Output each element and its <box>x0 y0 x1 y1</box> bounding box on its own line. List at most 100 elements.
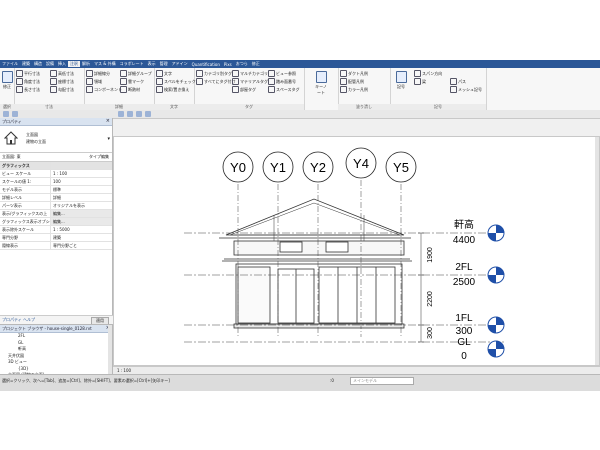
property-row[interactable]: グラフィックス表示オプション編集... <box>0 218 112 226</box>
close-icon[interactable]: × <box>106 118 110 125</box>
mesh-symbol-button[interactable]: メッシュ記号 <box>450 86 482 93</box>
level-head-gl[interactable]: GL 0 <box>457 337 505 362</box>
tag-by-category-button[interactable]: カテゴリ別タグ <box>196 70 232 77</box>
ribbon-tab[interactable]: 構造 <box>32 61 44 67</box>
spellcheck-button[interactable]: スペルをチェック <box>156 78 196 85</box>
color-legend-icon <box>340 86 347 93</box>
span-direction-button[interactable]: スパン方向 <box>414 70 442 77</box>
canvas-scrollbar[interactable] <box>595 137 599 365</box>
measure-icon[interactable] <box>118 111 124 117</box>
spot-elevation-button[interactable]: 高低寸法 <box>50 70 74 77</box>
linear-dimension-button[interactable]: 長さ寸法 <box>16 86 40 93</box>
align-icon[interactable] <box>127 111 133 117</box>
instance-filter[interactable]: 立面図: 東 タイプ編集 <box>0 153 112 162</box>
ribbon-tab[interactable]: アドイン <box>170 61 190 67</box>
property-value[interactable]: 標準 <box>51 186 112 193</box>
multi-category-tag-button[interactable]: マルチカテゴリ <box>232 70 268 77</box>
angle-icon <box>16 78 23 85</box>
view-reference-button[interactable]: ビュー参照 <box>268 70 296 77</box>
chevron-down-icon[interactable]: ▾ <box>107 136 110 142</box>
property-value[interactable]: 建築 <box>51 234 112 241</box>
component-button[interactable]: コンポーネント <box>86 86 122 93</box>
property-value[interactable] <box>51 162 112 169</box>
ribbon-tab[interactable]: マス & 外構 <box>92 61 118 67</box>
spot-coordinate-button[interactable]: 座標寸法 <box>50 78 74 85</box>
path-button[interactable]: パス <box>450 78 466 85</box>
thin-lines-icon[interactable] <box>136 111 142 117</box>
ribbon-tab[interactable]: 修正 <box>250 61 262 67</box>
detail-line-button[interactable]: 詳細線分 <box>86 70 110 77</box>
edit-type-button[interactable]: タイプ編集 <box>89 153 109 161</box>
dimension-icon <box>16 70 23 77</box>
keynote-button[interactable]: キーノート <box>314 70 328 96</box>
workset-combo[interactable]: メインモデル <box>350 377 414 385</box>
aligned-dimension-button[interactable]: 平行寸法 <box>16 70 40 77</box>
detail-group-button[interactable]: 詳細グループ <box>120 70 152 77</box>
type-selector[interactable]: 立面図 建物の立面 ▾ <box>0 126 112 153</box>
ribbon-tab[interactable]: Pixs <box>222 62 234 67</box>
ribbon-tab[interactable]: おつら <box>234 61 250 67</box>
space-tag-button[interactable]: スペースタグ <box>268 86 300 93</box>
ribbon-tab[interactable]: 解析 <box>80 61 92 67</box>
elevation-view-canvas[interactable]: 1900 2200 300 Y0 Y1 Y2 Y4 Y5 軒高 4400 2FL… <box>113 136 600 366</box>
modify-icon[interactable] <box>3 111 9 117</box>
property-row[interactable]: パーツ表示 オリジナルを表示 <box>0 202 112 210</box>
property-row[interactable]: 隠線表示 専門分野ごと <box>0 242 112 250</box>
room-tag-button[interactable]: 部屋タグ <box>232 86 256 93</box>
spot-slope-button[interactable]: 勾配寸法 <box>50 86 74 93</box>
property-value[interactable]: 編集... <box>51 210 112 217</box>
grid-bubble-y2[interactable]: Y2 <box>302 151 334 183</box>
ribbon-tab[interactable]: コラボレート <box>118 61 146 67</box>
region-button[interactable]: 領域 <box>86 78 102 85</box>
modify-button[interactable]: 修正 <box>0 70 14 90</box>
symbol-button[interactable]: 記号 <box>394 70 408 90</box>
spot-elevation-icon <box>50 70 57 77</box>
properties-help-link[interactable]: プロパティ ヘルプ <box>2 317 35 322</box>
property-row[interactable]: ビュー スケール 1 : 100 <box>0 170 112 178</box>
insulation-button[interactable]: 断熱材 <box>120 86 140 93</box>
level-head-eave[interactable]: 軒高 4400 <box>453 218 505 246</box>
property-value[interactable]: 100 <box>51 178 112 185</box>
property-value[interactable]: 1 : 5000 <box>51 226 112 233</box>
svg-text:軒高: 軒高 <box>454 218 474 231</box>
grid-bubble-y5[interactable]: Y5 <box>385 151 417 183</box>
angular-dimension-button[interactable]: 角度寸法 <box>16 78 40 85</box>
material-tag-button[interactable]: マテリアルタグ <box>232 78 268 85</box>
duct-legend-button[interactable]: ダクト凡例 <box>340 70 368 77</box>
close-hidden-icon[interactable] <box>145 111 151 117</box>
property-row[interactable]: 表示除外スケール 1 : 5000 <box>0 226 112 234</box>
property-value[interactable]: 詳細 <box>51 194 112 201</box>
text-button[interactable]: 文字 <box>156 70 172 77</box>
property-value[interactable]: 編集... <box>51 218 112 225</box>
property-value[interactable]: 専門分野ごと <box>51 242 112 249</box>
ribbon-tab[interactable]: ファイル <box>0 61 20 67</box>
select-icon[interactable] <box>12 111 18 117</box>
find-replace-button[interactable]: 検索/置き換え <box>156 86 189 93</box>
property-row[interactable]: スケールの値 1: 100 <box>0 178 112 186</box>
pipe-legend-button[interactable]: 配管凡例 <box>340 78 364 85</box>
property-row[interactable]: 専門分野 建築 <box>0 234 112 242</box>
ribbon-tab[interactable]: 管理 <box>158 61 170 67</box>
tread-number-button[interactable]: 踏み面番号 <box>268 78 296 85</box>
ribbon-tab[interactable]: 注釈 <box>68 61 80 67</box>
view-scale[interactable]: 1 : 100 <box>113 368 131 373</box>
ribbon-tab[interactable]: 表示 <box>146 61 158 67</box>
cursor-icon <box>1 71 13 83</box>
property-value[interactable]: 1 : 100 <box>51 170 112 177</box>
property-value[interactable]: オリジナルを表示 <box>51 202 112 209</box>
grid-bubble-y0[interactable]: Y0 <box>222 151 254 183</box>
property-row[interactable]: モデル表示 標準 <box>0 186 112 194</box>
ribbon-tab[interactable]: 設備 <box>44 61 56 67</box>
beam-button[interactable]: 梁 <box>414 78 426 85</box>
properties-section[interactable]: グラフィックス <box>0 162 112 170</box>
ribbon-tab[interactable]: 挿入 <box>56 61 68 67</box>
revision-cloud-button[interactable]: 雲マーク <box>120 78 144 85</box>
ribbon-tab[interactable]: Quantification <box>190 62 222 67</box>
property-row[interactable]: 詳細レベル 詳細 <box>0 194 112 202</box>
tag-all-button[interactable]: すべてにタグ付け <box>196 78 236 85</box>
property-row[interactable]: 表示/グラフィックスの上 編集... <box>0 210 112 218</box>
grid-bubble-y4[interactable]: Y4 <box>345 147 377 179</box>
ribbon-tab[interactable]: 建築 <box>20 61 32 67</box>
color-legend-button[interactable]: カラー凡例 <box>340 86 368 93</box>
grid-bubble-y1[interactable]: Y1 <box>262 151 294 183</box>
